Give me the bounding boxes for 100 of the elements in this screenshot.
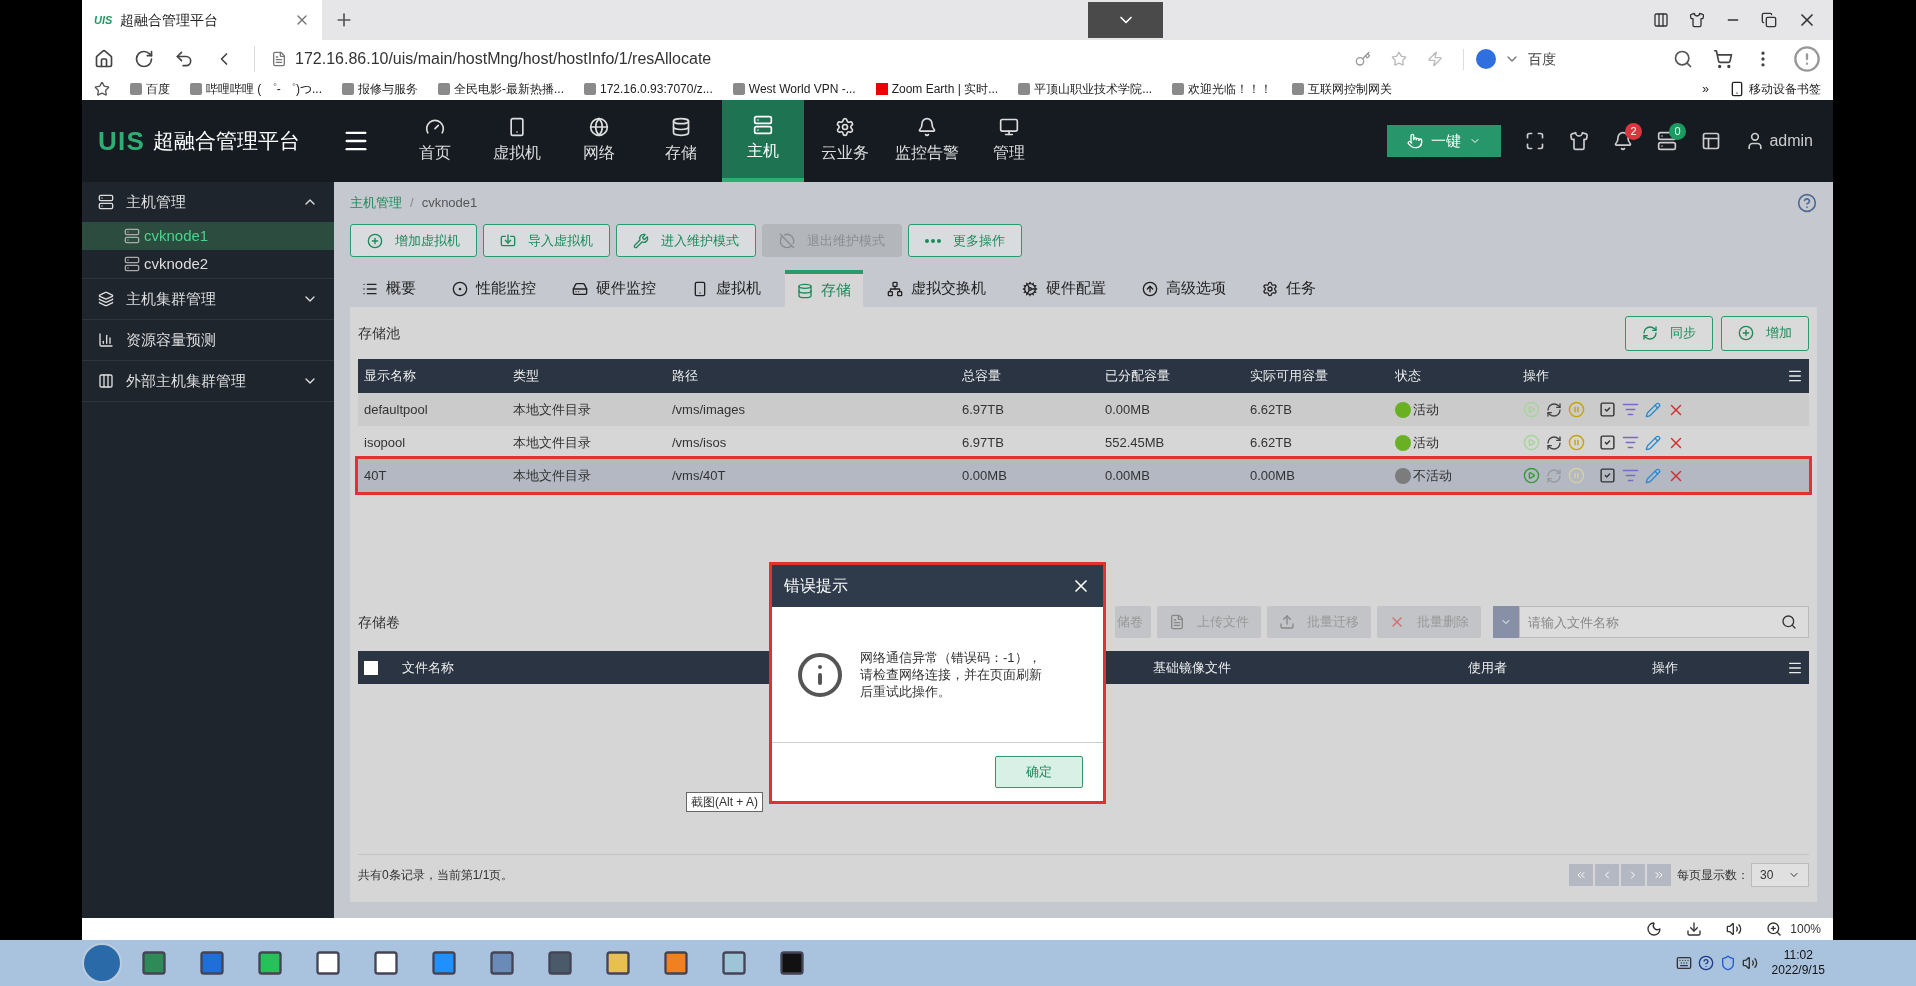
table-row[interactable]: defaultpool 本地文件目录 /vms/images 6.97TB 0.00MB 6.62TB 活动 xyxy=(358,393,1809,426)
skin-icon[interactable] xyxy=(1689,12,1705,28)
sidebar-item[interactable]: 外部主机集群管理 xyxy=(82,361,334,401)
tab[interactable]: 性能监控 xyxy=(440,270,548,307)
tab[interactable]: 虚拟交换机 xyxy=(875,270,998,307)
nav-item[interactable]: 监控告警 xyxy=(886,100,968,182)
key-icon[interactable] xyxy=(1355,51,1371,67)
plus-icon xyxy=(367,232,383,249)
bookmark-link[interactable]: 报修与服务 xyxy=(342,80,418,98)
sidebar-item[interactable]: 资源容量预测 xyxy=(82,320,334,360)
one-click-button[interactable]: 一键 xyxy=(1387,125,1502,157)
home-icon[interactable] xyxy=(94,49,114,69)
status-text: 活动 xyxy=(1413,400,1439,419)
speaker-icon[interactable] xyxy=(1741,955,1758,971)
nav-item[interactable]: 管理 xyxy=(968,100,1050,182)
checkbox-icon[interactable] xyxy=(1599,434,1616,451)
search-engine-field[interactable]: 百度 xyxy=(1463,48,1693,70)
edit-icon[interactable] xyxy=(1645,434,1661,451)
tab[interactable]: 高级选项 xyxy=(1130,270,1238,307)
host-item[interactable]: cvknode1 xyxy=(82,222,334,250)
nav-item[interactable]: 存储 xyxy=(640,100,722,182)
checkbox-icon[interactable] xyxy=(1599,401,1616,418)
confirm-button[interactable]: 确定 xyxy=(995,756,1083,788)
bookmark-link[interactable]: 欢迎光临！！！ xyxy=(1172,80,1273,98)
tab-logo: UIS xyxy=(94,12,113,28)
nav-item[interactable]: 网络 xyxy=(558,100,640,182)
tab[interactable]: 硬件监控 xyxy=(560,270,668,307)
tab[interactable]: 任务 xyxy=(1250,270,1328,307)
sidebar-icon[interactable] xyxy=(1653,12,1669,28)
list-icon[interactable] xyxy=(1622,434,1639,451)
start-button[interactable] xyxy=(82,943,122,983)
bookmark-link[interactable]: 172.16.0.93:7070/z... xyxy=(584,80,713,98)
sidebar-item[interactable]: 主机管理 xyxy=(82,182,334,222)
nav-item[interactable]: 云业务 xyxy=(804,100,886,182)
undo-icon[interactable] xyxy=(174,49,194,69)
bookmark-link[interactable]: 平顶山职业技术学院... xyxy=(1018,80,1153,98)
reload-icon[interactable] xyxy=(134,49,154,69)
bookmark-link[interactable]: 百度 xyxy=(130,80,170,98)
bookmark-link[interactable]: 全民电影-最新热播... xyxy=(438,80,564,98)
dropdown-toggle[interactable] xyxy=(1493,606,1519,638)
column-header: 路径 xyxy=(672,367,698,386)
zoom-level[interactable]: 100% xyxy=(1766,920,1821,938)
search-field[interactable]: 请输入文件名称 xyxy=(1519,606,1809,638)
table-row[interactable]: 40T 本地文件目录 /vms/40T 0.00MB 0.00MB 0.00MB 不活动 xyxy=(358,459,1809,492)
checkbox-icon[interactable] xyxy=(1599,467,1616,484)
tab[interactable]: 概要 xyxy=(350,270,428,307)
favicon-icon xyxy=(438,83,450,95)
help-icon[interactable] xyxy=(1797,193,1817,213)
host-item[interactable]: cvknode2 xyxy=(82,250,334,278)
alert-icon[interactable] xyxy=(1793,45,1821,73)
shirt-icon[interactable] xyxy=(1569,131,1590,151)
shield-icon[interactable] xyxy=(1719,955,1736,971)
start-icon[interactable] xyxy=(1523,401,1540,418)
browser-tab[interactable]: UIS 超融合管理平台 xyxy=(82,0,322,40)
favicon-icon xyxy=(130,83,142,95)
columns-menu-icon[interactable] xyxy=(1787,368,1803,384)
bookmark-link[interactable]: Zoom Earth | 实时... xyxy=(875,80,999,98)
restore-icon[interactable] xyxy=(1761,12,1777,28)
mobile-bookmarks-link[interactable]: 移动设备书签 xyxy=(1729,80,1821,98)
nav-item[interactable]: 首页 xyxy=(394,100,476,182)
address-field[interactable]: 172.16.86.10/uis/main/hostMng/host/hostInfo/1/resAllocate xyxy=(254,46,1335,72)
cart-icon[interactable] xyxy=(1713,49,1733,69)
refresh-icon[interactable] xyxy=(1546,434,1562,451)
star-icon[interactable] xyxy=(1391,51,1407,67)
server-icon xyxy=(124,228,140,244)
keyboard-icon[interactable] xyxy=(1675,955,1692,971)
blocked-icon xyxy=(779,232,795,249)
tab[interactable]: 虚拟机 xyxy=(680,270,773,307)
column-header: 基础镜像文件 xyxy=(1153,658,1231,677)
search-icon xyxy=(1673,49,1693,69)
bookmark-link[interactable]: West World VPN -... xyxy=(732,80,856,98)
wrench-icon xyxy=(633,232,649,249)
bookmarks-more[interactable]: » xyxy=(1702,80,1709,98)
app-logo: UIS xyxy=(98,124,146,158)
nav-item[interactable]: 主机 xyxy=(722,100,804,182)
favicon-icon xyxy=(1292,83,1305,95)
tab[interactable]: 硬件配置 xyxy=(1010,270,1118,307)
favicon-icon xyxy=(732,83,745,95)
bookmark-star-icon[interactable] xyxy=(94,81,110,97)
select-all-checkbox[interactable] xyxy=(364,660,378,675)
table-cell-text: 0.00MB xyxy=(962,466,1007,485)
moon-icon[interactable] xyxy=(1646,921,1663,937)
fullscreen-icon[interactable] xyxy=(1525,131,1546,151)
more-icon xyxy=(925,238,941,243)
page-size-select[interactable]: 30 xyxy=(1751,862,1809,887)
help-icon[interactable] xyxy=(1697,955,1714,971)
monitor-icon xyxy=(999,117,1019,137)
start-icon[interactable] xyxy=(1523,434,1540,451)
list-icon[interactable] xyxy=(1622,401,1639,418)
panel-icon[interactable] xyxy=(1701,131,1722,151)
user-menu[interactable]: admin xyxy=(1745,129,1813,153)
start-icon[interactable] xyxy=(1523,467,1540,484)
volume-icon[interactable] xyxy=(1726,921,1743,937)
bookmark-link[interactable]: 哔哩哔哩 ( ゜- ゜)つ... xyxy=(190,80,322,98)
sidebar-item[interactable]: 主机集群管理 xyxy=(82,279,334,319)
bookmark-link[interactable]: 互联网控制网关 xyxy=(1292,80,1393,98)
network-icon xyxy=(887,280,903,297)
refresh-icon[interactable] xyxy=(1546,401,1562,418)
download-icon[interactable] xyxy=(1686,921,1703,937)
nav-item[interactable]: 虚拟机 xyxy=(476,100,558,182)
